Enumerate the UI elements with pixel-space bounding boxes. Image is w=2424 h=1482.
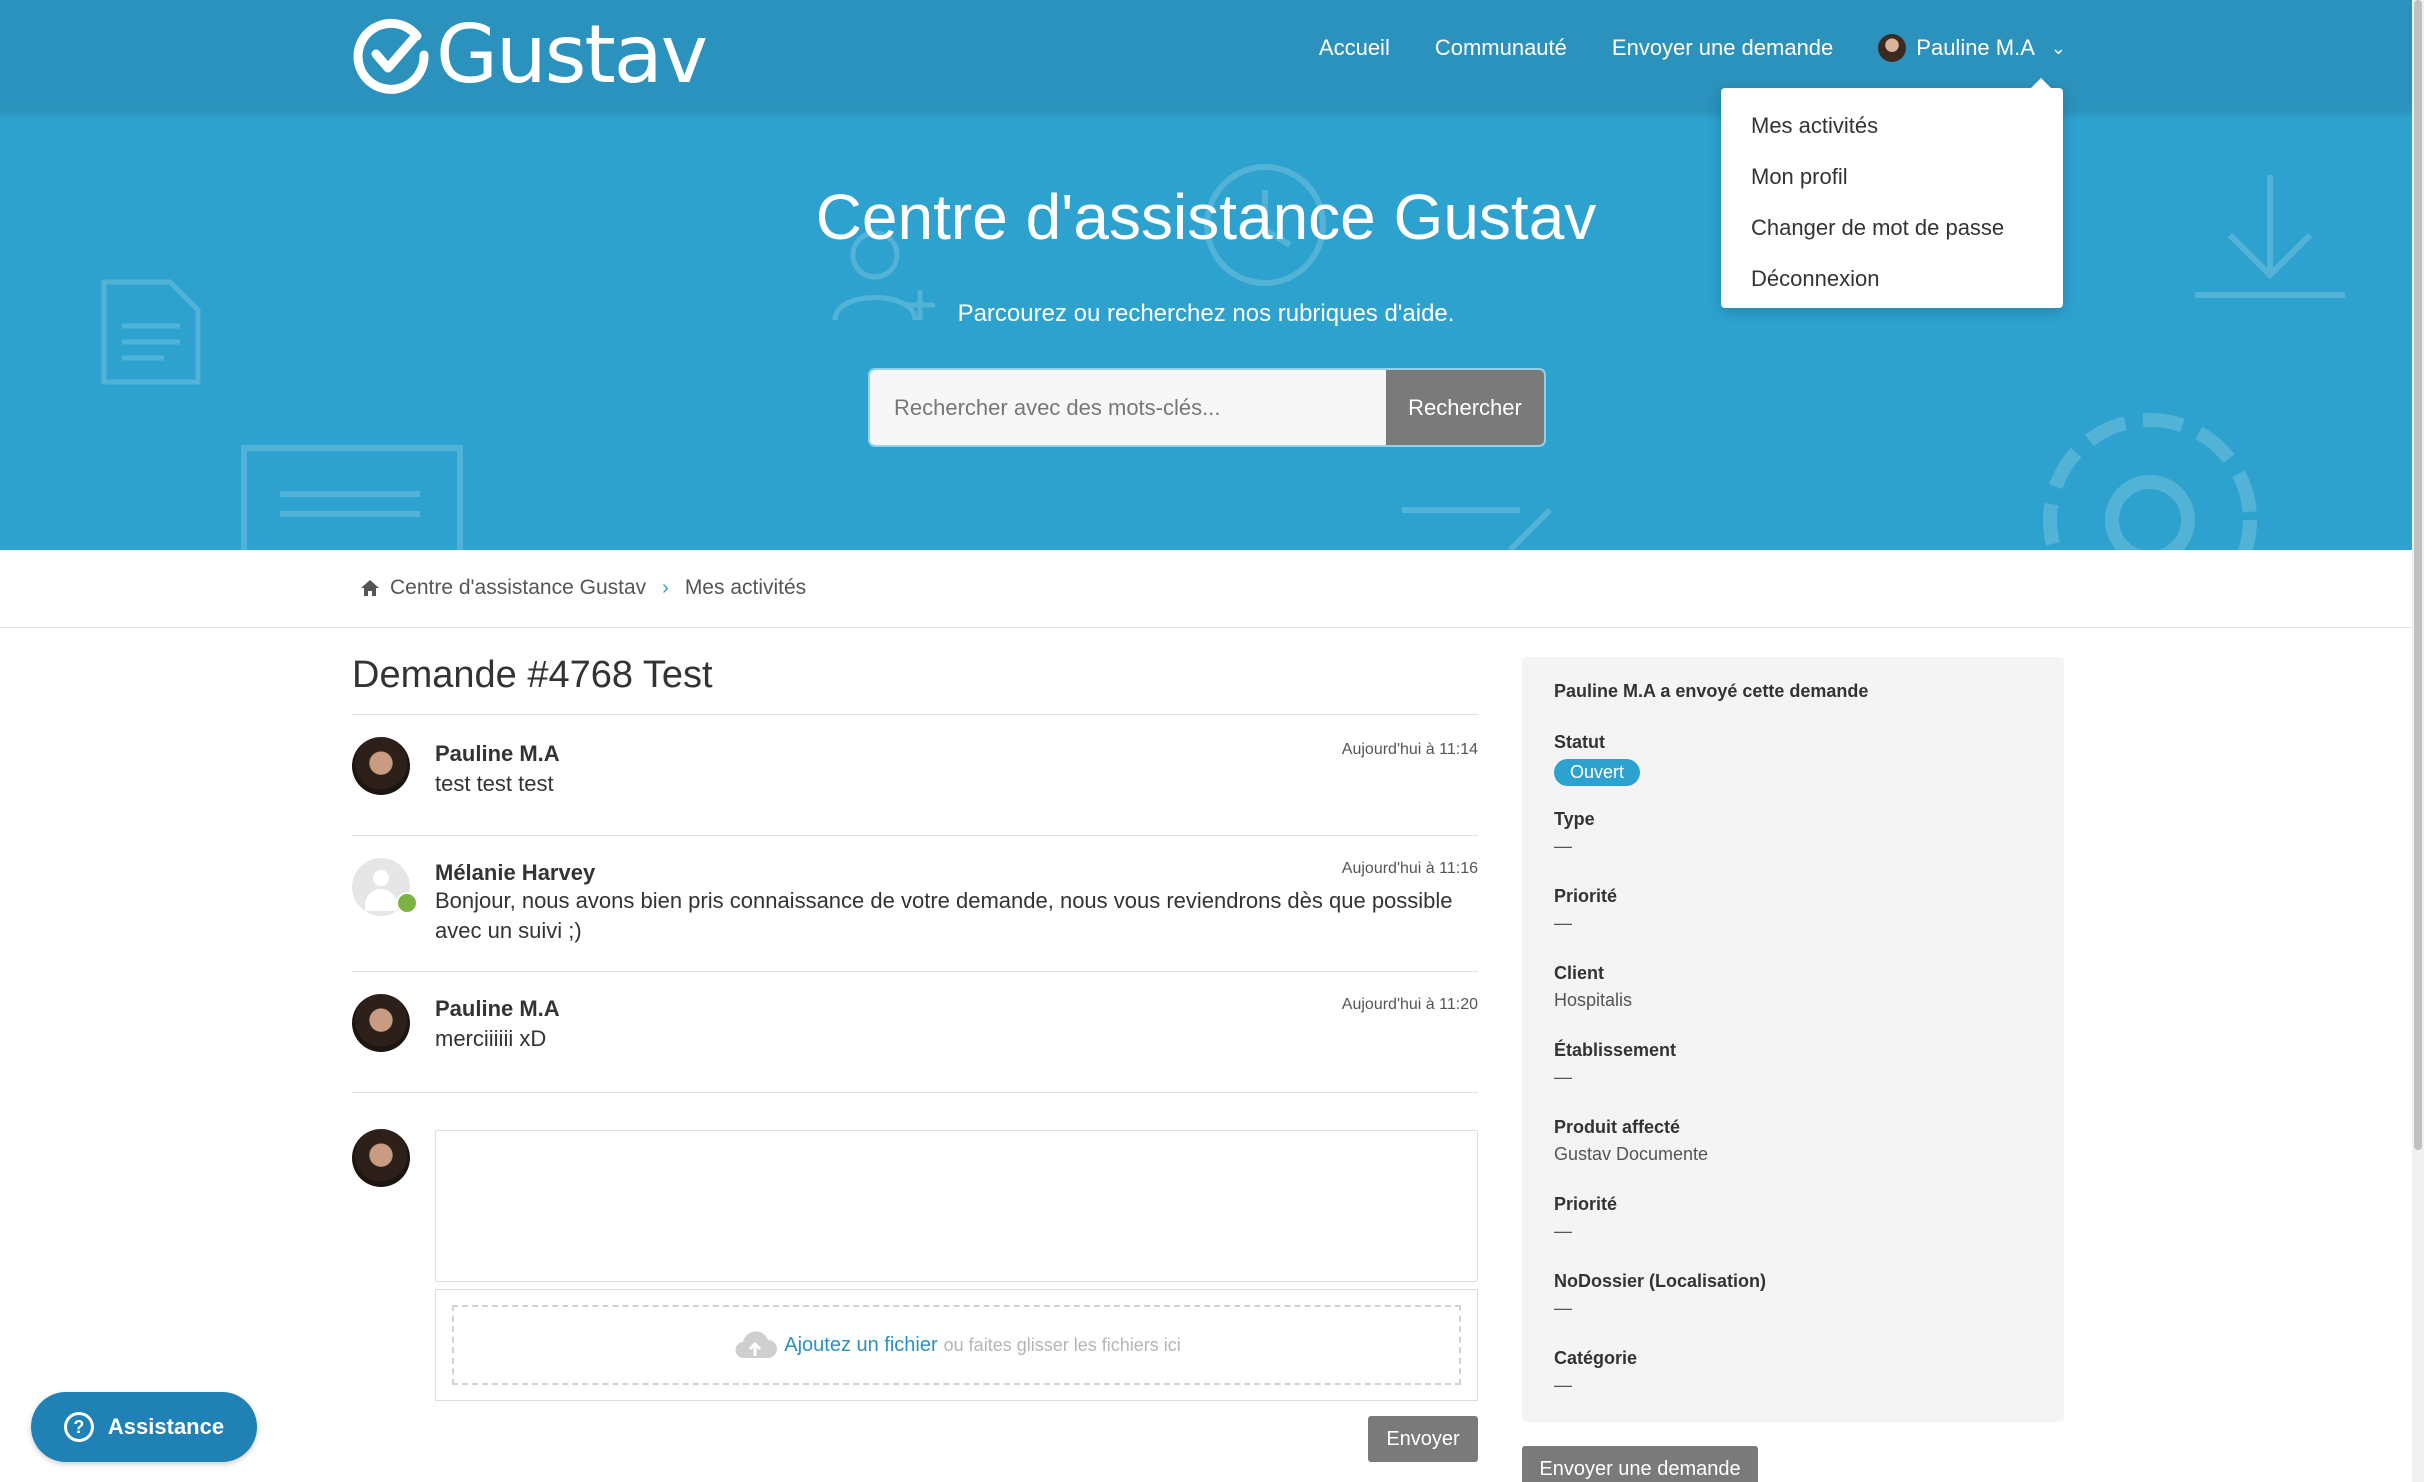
field-value: Hospitalis xyxy=(1554,990,1633,1010)
cloud-upload-icon xyxy=(735,1331,778,1359)
user-menu-toggle[interactable]: Pauline M.A ⌄ xyxy=(1878,34,2066,62)
nav-home-link[interactable]: Accueil xyxy=(1319,35,1390,61)
search-input[interactable] xyxy=(870,370,1386,445)
comment-body: Bonjour, nous avons bien pris connaissan… xyxy=(435,888,1453,943)
brand-logo[interactable]: Gustav xyxy=(352,8,708,101)
field-label: Produit affecté xyxy=(1554,1117,1681,1137)
comment-author: Mélanie Harvey xyxy=(435,860,596,885)
submit-request-button[interactable]: Envoyer une demande xyxy=(1522,1446,1758,1482)
document-icon xyxy=(101,279,201,385)
menu-item-my-activities[interactable]: Mes activités xyxy=(1721,100,2063,151)
menu-item-my-profile[interactable]: Mon profil xyxy=(1721,151,2063,202)
field-label: Priorité xyxy=(1554,1194,1618,1214)
upload-dropzone[interactable]: Ajoutez un fichier ou faites glisser les… xyxy=(452,1305,1461,1385)
search-button[interactable]: Rechercher xyxy=(1386,370,1544,445)
comment-body: merciiiiii xD xyxy=(435,1026,547,1051)
check-circle-icon xyxy=(353,18,429,94)
brand-name: Gustav xyxy=(436,8,708,101)
field-value: Gustav Documente xyxy=(1554,1144,1709,1164)
reply-textarea[interactable] xyxy=(435,1130,1478,1282)
field-file-number: NoDossier (Localisation) — xyxy=(1554,1271,2032,1330)
breadcrumb: Centre d'assistance Gustav › Mes activit… xyxy=(360,576,806,600)
breadcrumb-home-link[interactable]: Centre d'assistance Gustav xyxy=(390,576,646,600)
breadcrumb-activities-link[interactable]: Mes activités xyxy=(685,576,806,600)
help-widget-button[interactable]: ? Assistance xyxy=(31,1392,257,1462)
field-label: Type xyxy=(1554,809,1595,829)
avatar xyxy=(352,1129,410,1187)
field-priority-2: Priorité — xyxy=(1554,1194,2032,1253)
question-icon: ? xyxy=(63,1412,94,1442)
field-value: — xyxy=(1554,836,1572,856)
chevron-right-icon: › xyxy=(662,576,669,599)
agent-badge-icon xyxy=(396,892,418,914)
field-affected-product: Produit affecté Gustav Documente xyxy=(1554,1117,2032,1176)
avatar xyxy=(352,994,410,1052)
file-upload-area[interactable]: Ajoutez un fichier ou faites glisser les… xyxy=(435,1289,1478,1401)
gear-icon xyxy=(2043,413,2257,550)
user-dropdown-menu: Mes activités Mon profil Changer de mot … xyxy=(1721,78,2063,308)
field-priority: Priorité — xyxy=(1554,886,2032,945)
field-category: Catégorie — xyxy=(1554,1348,2032,1407)
search-form: Rechercher xyxy=(870,370,1544,445)
chevron-down-icon: ⌄ xyxy=(2050,37,2066,58)
form-icon xyxy=(241,445,463,550)
menu-item-logout[interactable]: Déconnexion xyxy=(1721,253,2063,304)
comment-author: Pauline M.A xyxy=(435,996,560,1021)
comment-item: Pauline M.A Aujourd'hui à 11:20 merciiii… xyxy=(352,994,1478,1093)
comment-item: Pauline M.A Aujourd'hui à 11:14 test tes… xyxy=(352,737,1478,836)
main-nav: Accueil Communauté Envoyer une demande P… xyxy=(1319,34,2066,62)
field-label: Priorité xyxy=(1554,886,1618,906)
field-label: Client xyxy=(1554,963,1605,983)
comment-item: Mélanie Harvey Aujourd'hui à 11:16 Bonjo… xyxy=(352,858,1478,972)
comment-time: Aujourd'hui à 11:16 xyxy=(1341,860,1478,877)
field-value: — xyxy=(1554,1298,1572,1318)
comment-body: test test test xyxy=(435,771,554,796)
user-name: Pauline M.A xyxy=(1916,35,2035,60)
status-badge: Ouvert xyxy=(1554,759,1641,786)
request-details-sidebar: Pauline M.A a envoyé cette demande Statu… xyxy=(1522,657,2064,1422)
field-status: Statut Ouvert xyxy=(1554,732,2032,791)
help-widget-label: Assistance xyxy=(107,1414,225,1439)
scrollbar-thumb[interactable] xyxy=(2414,0,2422,1150)
field-client: Client Hospitalis xyxy=(1554,963,2032,1022)
send-reply-button[interactable]: Envoyer xyxy=(1368,1416,1478,1462)
comment-time: Aujourd'hui à 11:14 xyxy=(1341,741,1478,758)
sidebar-heading: Pauline M.A a envoyé cette demande xyxy=(1554,681,1869,701)
field-value: — xyxy=(1554,1375,1572,1395)
field-label: Établissement xyxy=(1554,1040,1677,1060)
nav-community-link[interactable]: Communauté xyxy=(1435,35,1567,61)
field-label: NoDossier (Localisation) xyxy=(1554,1271,1767,1291)
add-file-link[interactable]: Ajoutez un fichier xyxy=(784,1334,937,1357)
field-label: Statut xyxy=(1554,732,1605,752)
user-avatar xyxy=(1878,34,1907,62)
field-establishment: Établissement — xyxy=(1554,1040,2032,1099)
avatar xyxy=(352,737,410,795)
home-icon xyxy=(361,580,379,596)
field-label: Catégorie xyxy=(1554,1348,1638,1368)
edit-icon xyxy=(1402,507,1553,550)
request-title: Demande #4768 Test xyxy=(352,654,713,696)
upload-hint: ou faites glisser les fichiers ici xyxy=(943,1334,1181,1355)
field-type: Type — xyxy=(1554,809,2032,868)
field-value: — xyxy=(1554,913,1572,933)
field-value: — xyxy=(1554,1221,1572,1241)
divider xyxy=(352,714,1478,715)
nav-submit-request-link[interactable]: Envoyer une demande xyxy=(1612,35,1833,61)
menu-item-change-password[interactable]: Changer de mot de passe xyxy=(1721,202,2063,253)
comment-author: Pauline M.A xyxy=(435,741,560,766)
breadcrumb-bar: Centre d'assistance Gustav › Mes activit… xyxy=(0,550,2412,628)
comment-time: Aujourd'hui à 11:20 xyxy=(1341,996,1478,1013)
field-value: — xyxy=(1554,1067,1572,1087)
